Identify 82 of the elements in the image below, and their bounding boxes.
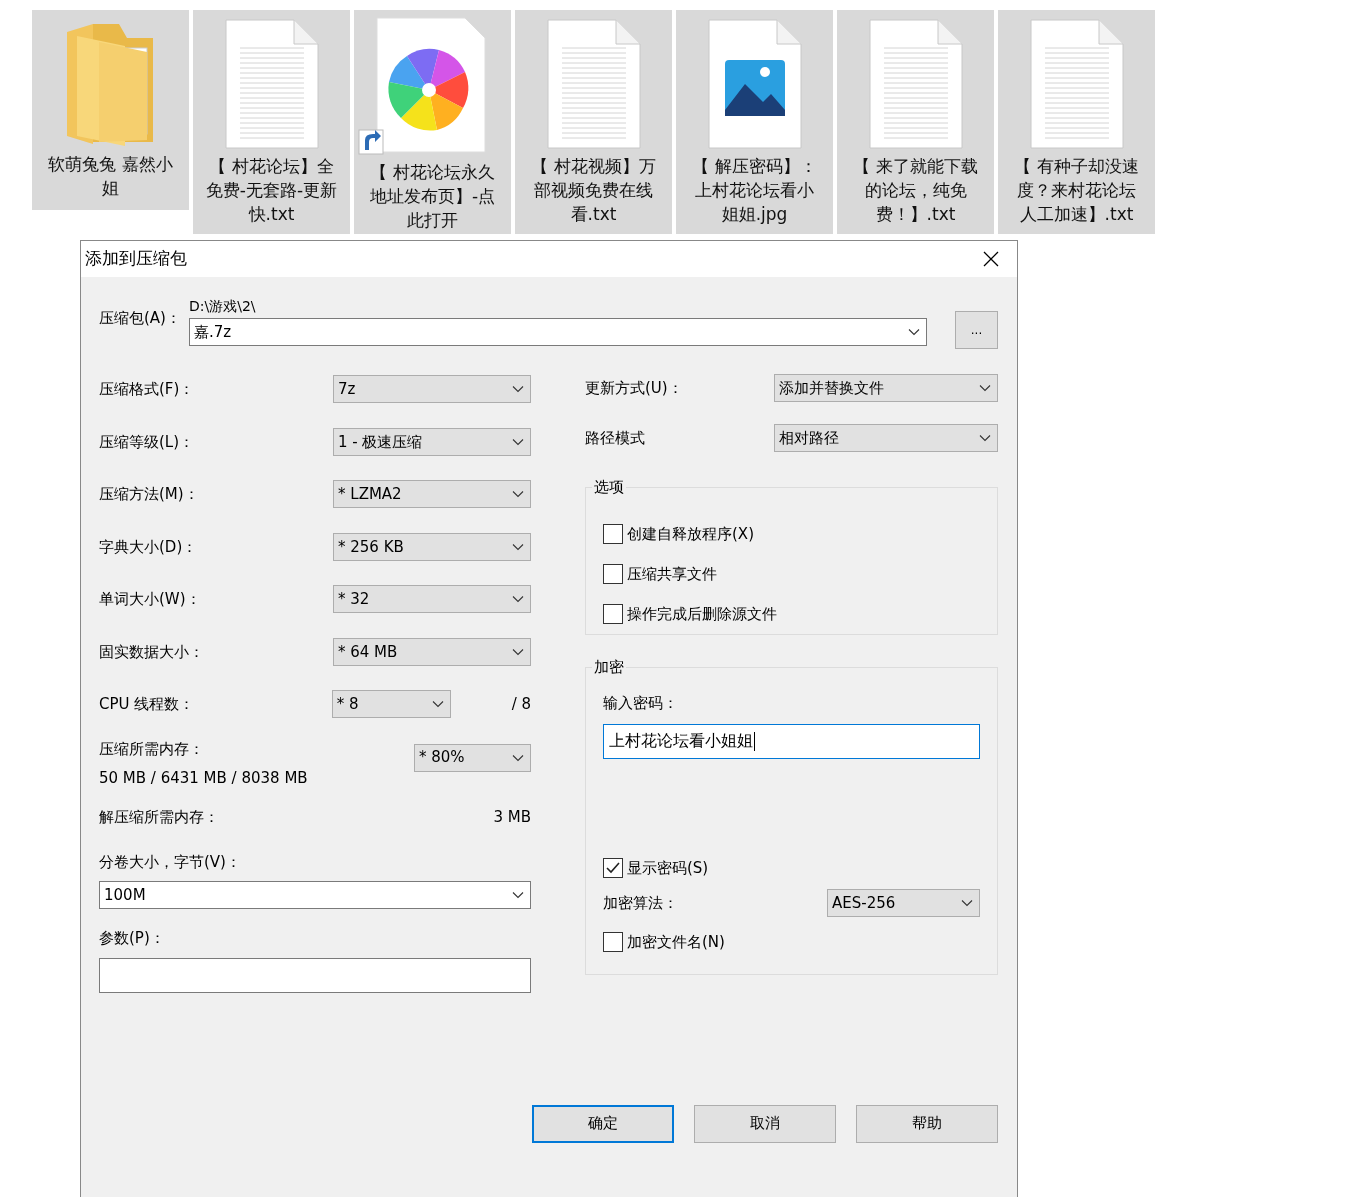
- volume-size-combobox[interactable]: 100M: [99, 881, 531, 909]
- file-name: 【 村花论坛永久地址发布页】-点此打开: [368, 161, 497, 232]
- checkbox[interactable]: [603, 604, 623, 624]
- checkbox-label: 显示密码(S): [627, 857, 709, 879]
- chevron-down-icon: [961, 899, 973, 907]
- chevron-down-icon: [512, 490, 524, 499]
- dialog-button[interactable]: 取消: [694, 1104, 836, 1143]
- dropdown[interactable]: * LZMA2: [333, 480, 531, 509]
- file-tile[interactable]: 【 来了就能下载的论坛，纯免费！】.txt: [837, 10, 994, 234]
- archive-path: D:\游戏\2\: [189, 297, 256, 315]
- group-title: 选项: [592, 477, 626, 497]
- field-label: 参数(P)：: [99, 928, 165, 949]
- dialog-button[interactable]: 帮助: [856, 1104, 998, 1143]
- file-tile[interactable]: 【 村花视频】万部视频免费在线看.txt: [515, 10, 672, 234]
- memory-reading: 3 MB: [493, 807, 531, 829]
- memory-reading: 50 MB / 6431 MB / 8038 MB: [99, 767, 308, 789]
- field-label: 解压缩所需内存：: [99, 807, 219, 829]
- dialog-button[interactable]: 确定: [532, 1104, 674, 1143]
- field-label: 压缩等级(L)：: [99, 431, 195, 453]
- chevron-down-icon: [431, 700, 444, 709]
- field-label: 路径模式: [585, 427, 645, 449]
- field-label: 压缩所需内存：: [99, 739, 205, 760]
- shortcut-app-icon[interactable]: [356, 16, 487, 156]
- checkbox[interactable]: [603, 564, 623, 584]
- image-file-icon[interactable]: [706, 18, 803, 150]
- chevron-down-icon: [512, 437, 524, 446]
- chevron-down-icon: [908, 328, 920, 336]
- file-tile[interactable]: 【 解压密码】：上村花论坛看小姐姐.jpg: [676, 10, 833, 234]
- file-tile[interactable]: 【 村花论坛永久地址发布页】-点此打开: [354, 10, 511, 234]
- field-label: 加密算法：: [603, 892, 678, 914]
- file-name: 【 来了就能下载的论坛，纯免费！】.txt: [852, 155, 979, 226]
- dropdown[interactable]: 添加并替换文件: [774, 374, 998, 402]
- dropdown[interactable]: * 80%: [414, 743, 531, 772]
- dropdown[interactable]: * 8: [331, 690, 451, 719]
- chevron-down-icon: [512, 385, 524, 394]
- dropdown[interactable]: AES-256: [827, 889, 980, 917]
- chevron-down-icon: [512, 647, 524, 656]
- checkbox-label: 压缩共享文件: [627, 563, 717, 585]
- group-title: 加密: [592, 657, 626, 677]
- file-tile[interactable]: 软萌兔兔 嘉然小姐: [32, 10, 189, 210]
- field-label: 压缩包(A)：: [99, 308, 182, 329]
- dropdown[interactable]: 相对路径: [774, 424, 998, 452]
- close-icon[interactable]: [981, 249, 1001, 269]
- file-name: 【 解压密码】：上村花论坛看小姐姐.jpg: [691, 155, 818, 226]
- dropdown[interactable]: * 32: [333, 585, 531, 614]
- checkbox[interactable]: [603, 524, 623, 544]
- field-label: 分卷大小，字节(V)：: [99, 851, 242, 873]
- checkbox-label: 创建自释放程序(X): [627, 523, 754, 545]
- chevron-down-icon: [512, 595, 524, 604]
- file-name: 【 村花视频】万部视频免费在线看.txt: [530, 155, 657, 226]
- dropdown[interactable]: * 64 MB: [333, 637, 531, 666]
- field-label: 固实数据大小：: [99, 641, 204, 663]
- field-label: 字典大小(D)：: [99, 536, 198, 558]
- dropdown[interactable]: * 256 KB: [333, 532, 531, 561]
- checkbox-label: 加密文件名(N): [627, 932, 725, 953]
- file-name: 【 村花论坛】全免费-无套路-更新快.txt: [204, 155, 339, 226]
- field-label: 压缩方法(M)：: [99, 484, 199, 505]
- archive-name-combobox[interactable]: 嘉.7z: [189, 318, 927, 346]
- chevron-down-icon: [512, 753, 524, 762]
- dropdown[interactable]: 7z: [333, 375, 531, 404]
- field-label: 压缩格式(F)：: [99, 379, 195, 400]
- file-tile[interactable]: 【 村花论坛】全免费-无套路-更新快.txt: [193, 10, 350, 234]
- field-label: 更新方式(U)：: [585, 377, 683, 399]
- checkbox-label: 操作完成后删除源文件: [627, 603, 777, 625]
- file-name: 【 有种子却没速度？来村花论坛人工加速】.txt: [1013, 155, 1140, 226]
- file-tile[interactable]: 【 有种子却没速度？来村花论坛人工加速】.txt: [998, 10, 1155, 234]
- checkbox[interactable]: [603, 857, 623, 878]
- chevron-down-icon: [979, 434, 991, 442]
- thread-count: / 8: [511, 694, 531, 715]
- checkbox[interactable]: [603, 932, 623, 953]
- chevron-down-icon: [512, 891, 524, 899]
- file-name: 软萌兔兔 嘉然小姐: [47, 153, 174, 200]
- chevron-down-icon: [979, 384, 991, 392]
- field-label: CPU 线程数：: [99, 694, 195, 715]
- field-label: 输入密码：: [603, 693, 679, 714]
- dropdown[interactable]: 1 - 极速压缩: [333, 427, 531, 456]
- chevron-down-icon: [512, 542, 524, 551]
- password-field[interactable]: 上村花论坛看小姐姐: [603, 723, 980, 759]
- browse-button[interactable]: ...: [955, 311, 998, 349]
- window-title: 添加到压缩包: [85, 247, 187, 271]
- field-label: 单词大小(W)：: [99, 589, 201, 610]
- parameters-field[interactable]: [99, 957, 531, 993]
